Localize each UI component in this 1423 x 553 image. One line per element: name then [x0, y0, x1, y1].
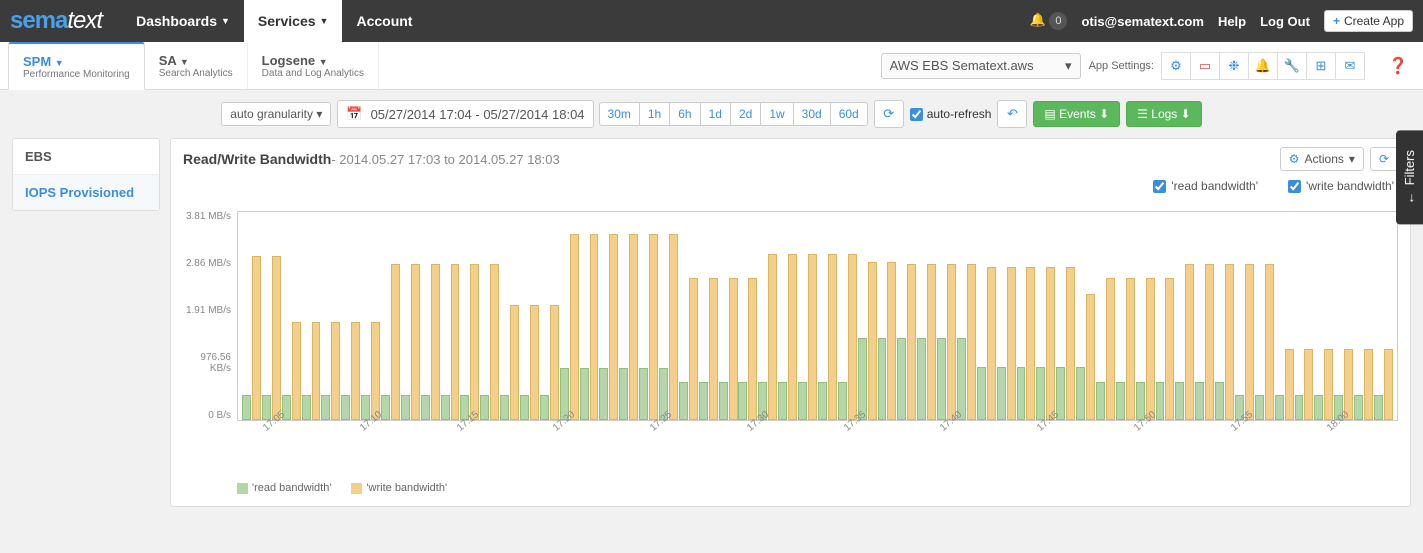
range-1w[interactable]: 1w	[760, 102, 793, 126]
chart-subtitle: - 2014.05.27 17:03 to 2014.05.27 18:03	[331, 152, 559, 167]
dashboard-icon[interactable]: ⊞	[1306, 52, 1336, 80]
chart-title: Read/Write Bandwidth	[183, 151, 331, 167]
series-toggle-1[interactable]: 'write bandwidth'	[1288, 179, 1394, 193]
nav-account[interactable]: Account	[342, 0, 426, 42]
billing-icon[interactable]: ▭	[1190, 52, 1220, 80]
chart-bars	[237, 211, 1398, 421]
alert-icon[interactable]: 🔔	[1248, 52, 1278, 80]
range-1d[interactable]: 1d	[700, 102, 731, 126]
nav-dashboards[interactable]: Dashboards▼	[122, 0, 244, 42]
toolbar: auto granularity ▾ 📅05/27/2014 17:04 - 0…	[0, 90, 1423, 138]
range-6h[interactable]: 6h	[669, 102, 700, 126]
granularity-select[interactable]: auto granularity ▾	[221, 102, 331, 126]
wrench-icon[interactable]: 🔧	[1277, 52, 1307, 80]
series-toggle-0[interactable]: 'read bandwidth'	[1153, 179, 1258, 193]
events-button[interactable]: ▤ Events ⬇	[1033, 101, 1120, 127]
x-axis: 17:0517:1017:1517:2017:2517:3017:3517:40…	[183, 447, 1398, 458]
bell-icon[interactable]: 🔔 0	[1030, 12, 1068, 30]
logo[interactable]: sematext	[10, 7, 102, 35]
subtab-sa[interactable]: SA ▼Search Analytics	[145, 42, 248, 89]
gear-icon[interactable]: ⚙	[1161, 52, 1191, 80]
top-nav: sematext Dashboards▼Services▼Account 🔔 0…	[0, 0, 1423, 42]
help-icon[interactable]: ❓	[1383, 52, 1413, 80]
help-link[interactable]: Help	[1218, 14, 1246, 29]
left-tab-ebs[interactable]: EBS	[13, 139, 159, 174]
sub-nav: SPM ▼Performance MonitoringSA ▼Search An…	[0, 42, 1423, 90]
puzzle-icon[interactable]: ❉	[1219, 52, 1249, 80]
create-app-button[interactable]: +Create App	[1324, 10, 1413, 32]
left-sidebar: EBSIOPS Provisioned	[12, 138, 160, 211]
range-60d[interactable]: 60d	[830, 102, 868, 126]
date-range-picker[interactable]: 📅05/27/2014 17:04 - 05/27/2014 18:04	[337, 100, 593, 128]
logs-button[interactable]: ☰ Logs ⬇	[1126, 101, 1202, 127]
range-30d[interactable]: 30d	[793, 102, 831, 126]
subtab-spm[interactable]: SPM ▼Performance Monitoring	[8, 42, 145, 90]
chart-panel: Read/Write Bandwidth - 2014.05.27 17:03 …	[170, 138, 1411, 507]
range-30m[interactable]: 30m	[599, 102, 640, 126]
legend-writebandwidth: 'write bandwidth'	[351, 482, 447, 494]
app-settings-label: App Settings:	[1089, 60, 1154, 72]
actions-button[interactable]: ⚙Actions ▾	[1280, 147, 1364, 171]
range-1h[interactable]: 1h	[639, 102, 670, 126]
notification-count: 0	[1049, 12, 1067, 30]
y-axis: 3.81 MB/s2.86 MB/s1.91 MB/s976.56 KB/s0 …	[183, 211, 237, 421]
mail-icon[interactable]: ✉	[1335, 52, 1365, 80]
autorefresh-toggle[interactable]: auto-refresh	[910, 107, 992, 121]
range-2d[interactable]: 2d	[730, 102, 761, 126]
refresh-button[interactable]: ⟳	[874, 100, 904, 128]
calendar-icon: 📅	[346, 106, 362, 122]
left-tab-iops-provisioned[interactable]: IOPS Provisioned	[13, 174, 159, 210]
user-email[interactable]: otis@sematext.com	[1081, 14, 1204, 29]
app-settings-icons: ⚙ ▭ ❉ 🔔 🔧 ⊞ ✉	[1162, 52, 1365, 80]
nav-services[interactable]: Services▼	[244, 0, 343, 42]
chart-refresh-button[interactable]: ⟳	[1370, 147, 1398, 171]
legend-readbandwidth: 'read bandwidth'	[237, 482, 331, 494]
filters-tab[interactable]: ←Filters	[1396, 130, 1423, 224]
logout-link[interactable]: Log Out	[1260, 14, 1310, 29]
undo-button[interactable]: ↶	[997, 100, 1027, 128]
app-selector[interactable]: AWS EBS Sematext.aws▾	[881, 53, 1081, 79]
subtab-logsene[interactable]: Logsene ▼Data and Log Analytics	[248, 42, 379, 89]
